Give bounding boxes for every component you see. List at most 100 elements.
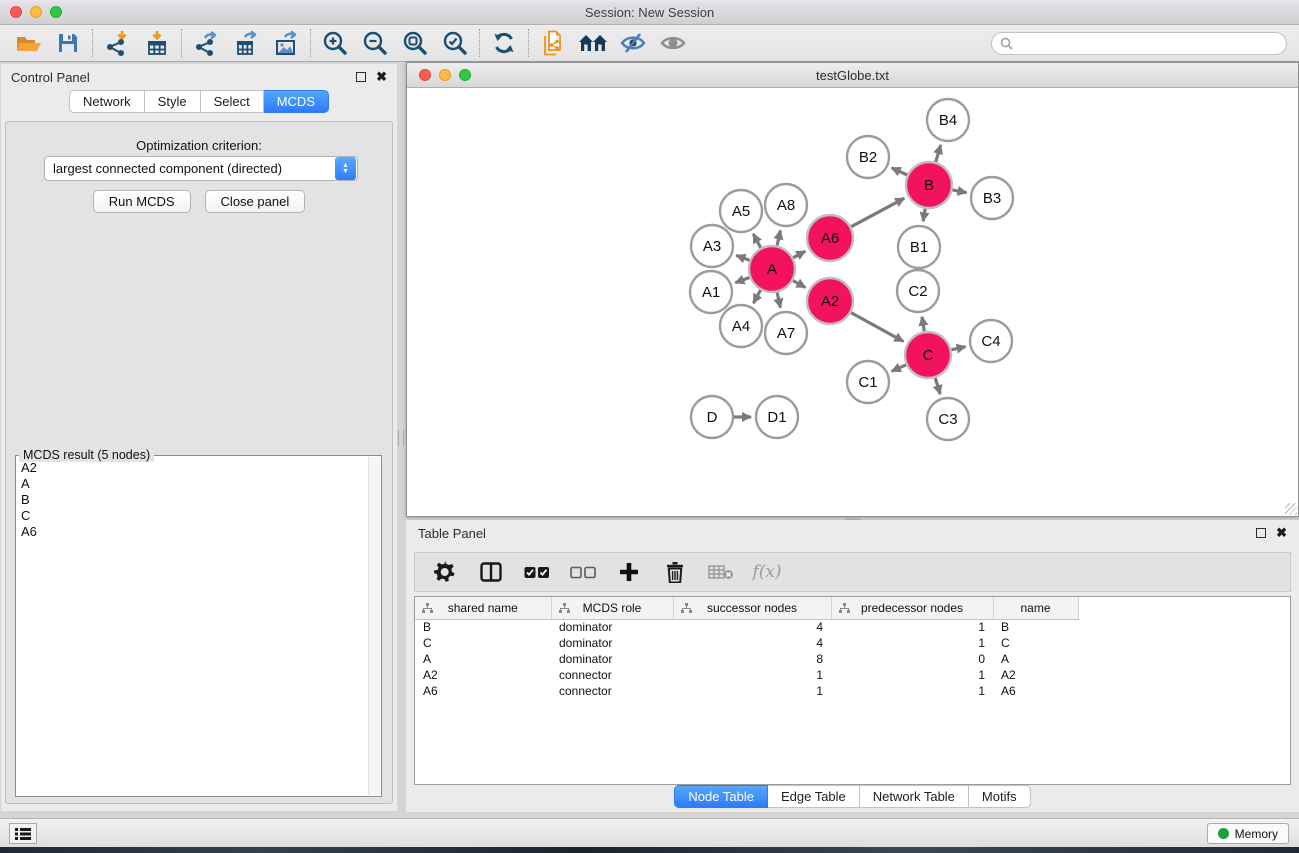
table-cell[interactable]: connector bbox=[551, 683, 673, 699]
table-cell[interactable]: C bbox=[415, 635, 551, 651]
delete-table-icon[interactable] bbox=[705, 557, 737, 587]
table-cell[interactable]: 4 bbox=[673, 619, 831, 635]
add-column-icon[interactable] bbox=[613, 557, 645, 587]
tab-motifs[interactable]: Motifs bbox=[969, 785, 1031, 808]
minimize-network-window-button[interactable] bbox=[439, 69, 451, 81]
graph-edge-C-C4[interactable] bbox=[951, 347, 965, 350]
table-row[interactable]: Bdominator41B bbox=[415, 619, 1078, 635]
first-neighbors-home-icon[interactable] bbox=[573, 27, 613, 59]
delete-column-icon[interactable] bbox=[659, 557, 691, 587]
graph-edge-A6-B[interactable] bbox=[851, 198, 904, 227]
zoom-network-window-button[interactable] bbox=[459, 69, 471, 81]
export-image-icon[interactable] bbox=[266, 27, 306, 59]
graph-edge-C-C2[interactable] bbox=[922, 317, 924, 332]
memory-button[interactable]: Memory bbox=[1207, 823, 1289, 844]
show-all-eye-icon[interactable] bbox=[653, 27, 693, 59]
table-cell[interactable]: 1 bbox=[831, 667, 993, 683]
graph-node-B3[interactable]: B3 bbox=[971, 177, 1013, 219]
table-cell[interactable]: 1 bbox=[831, 635, 993, 651]
zoom-out-icon[interactable] bbox=[355, 27, 395, 59]
graph-edge-C-C1[interactable] bbox=[892, 365, 906, 372]
mcds-result-item[interactable]: B bbox=[21, 492, 368, 508]
hide-selected-eye-icon[interactable] bbox=[613, 27, 653, 59]
graph-node-A2[interactable]: A2 bbox=[807, 278, 853, 324]
column-header-predecessor-nodes[interactable]: predecessor nodes bbox=[831, 597, 993, 619]
table-cell[interactable]: dominator bbox=[551, 651, 673, 667]
graph-node-A1[interactable]: A1 bbox=[690, 271, 732, 313]
graph-node-C[interactable]: C bbox=[905, 332, 951, 378]
graph-node-C4[interactable]: C4 bbox=[970, 320, 1012, 362]
refresh-icon[interactable] bbox=[484, 27, 524, 59]
table-cell[interactable]: 1 bbox=[673, 667, 831, 683]
graph-node-B2[interactable]: B2 bbox=[847, 136, 889, 178]
mcds-result-list[interactable]: A2ABCA6 bbox=[17, 458, 368, 795]
graph-edge-A-A6[interactable] bbox=[793, 251, 805, 258]
window-resize-grip[interactable] bbox=[1285, 503, 1297, 515]
open-session-icon[interactable] bbox=[8, 27, 48, 59]
zoom-selected-icon[interactable] bbox=[435, 27, 475, 59]
table-cell[interactable]: A6 bbox=[415, 683, 551, 699]
select-all-icon[interactable] bbox=[521, 557, 553, 587]
graph-node-A8[interactable]: A8 bbox=[765, 184, 807, 226]
zoom-window-button[interactable] bbox=[50, 6, 62, 18]
export-table-icon[interactable] bbox=[226, 27, 266, 59]
table-cell[interactable]: dominator bbox=[551, 619, 673, 635]
graph-edge-B-B1[interactable] bbox=[923, 209, 925, 222]
float-panel-icon[interactable] bbox=[1256, 528, 1266, 538]
graph-edge-A-A5[interactable] bbox=[753, 234, 760, 248]
mcds-result-item[interactable]: A2 bbox=[21, 460, 368, 476]
table-cell[interactable]: 1 bbox=[673, 683, 831, 699]
close-network-window-button[interactable] bbox=[419, 69, 431, 81]
table-row[interactable]: A6connector11A6 bbox=[415, 683, 1078, 699]
table-cell[interactable]: 1 bbox=[831, 619, 993, 635]
graph-edge-A-A7[interactable] bbox=[777, 292, 780, 307]
split-divider-grip[interactable] bbox=[398, 430, 404, 446]
table-cell[interactable]: A2 bbox=[993, 667, 1078, 683]
deselect-all-icon[interactable] bbox=[567, 557, 599, 587]
graph-edge-A-A4[interactable] bbox=[753, 290, 760, 303]
minimize-window-button[interactable] bbox=[30, 6, 42, 18]
table-cell[interactable]: dominator bbox=[551, 635, 673, 651]
save-session-icon[interactable] bbox=[48, 27, 88, 59]
table-cell[interactable]: A bbox=[993, 651, 1078, 667]
graph-node-A6[interactable]: A6 bbox=[807, 215, 853, 261]
graph-node-D1[interactable]: D1 bbox=[756, 396, 798, 438]
run-mcds-button[interactable]: Run MCDS bbox=[93, 190, 191, 213]
column-header-successor-nodes[interactable]: successor nodes bbox=[673, 597, 831, 619]
export-network-icon[interactable] bbox=[186, 27, 226, 59]
graph-edge-B-B3[interactable] bbox=[953, 190, 967, 193]
graph-edge-A-A2[interactable] bbox=[793, 281, 806, 288]
graph-node-A[interactable]: A bbox=[749, 246, 795, 292]
float-panel-icon[interactable] bbox=[356, 72, 366, 82]
column-header-shared-name[interactable]: shared name bbox=[415, 597, 551, 619]
table-cell[interactable]: 0 bbox=[831, 651, 993, 667]
settings-gear-icon[interactable] bbox=[429, 557, 461, 587]
network-canvas[interactable]: B4B2BB3A8A5A6A3B1AA1C2A2A4A7C4CC1C3DD1 bbox=[407, 88, 1298, 516]
table-cell[interactable]: A2 bbox=[415, 667, 551, 683]
graph-node-C3[interactable]: C3 bbox=[927, 398, 969, 440]
graph-node-A3[interactable]: A3 bbox=[691, 225, 733, 267]
import-network-icon[interactable] bbox=[97, 27, 137, 59]
graph-node-A5[interactable]: A5 bbox=[720, 190, 762, 232]
table-row[interactable]: Adominator80A bbox=[415, 651, 1078, 667]
column-header-mcds-role[interactable]: MCDS role bbox=[551, 597, 673, 619]
graph-node-C1[interactable]: C1 bbox=[847, 361, 889, 403]
show-column-icon[interactable] bbox=[475, 557, 507, 587]
graph-edge-B-B4[interactable] bbox=[936, 145, 941, 162]
table-row[interactable]: Cdominator41C bbox=[415, 635, 1078, 651]
import-table-icon[interactable] bbox=[137, 27, 177, 59]
graph-edge-A-A1[interactable] bbox=[735, 278, 749, 283]
table-cell[interactable]: 8 bbox=[673, 651, 831, 667]
tab-node-table[interactable]: Node Table bbox=[674, 785, 768, 808]
tab-select[interactable]: Select bbox=[201, 90, 264, 113]
mcds-result-item[interactable]: A6 bbox=[21, 524, 368, 540]
tab-style[interactable]: Style bbox=[145, 90, 201, 113]
graph-node-A4[interactable]: A4 bbox=[720, 305, 762, 347]
table-cell[interactable]: B bbox=[993, 619, 1078, 635]
close-panel-icon[interactable]: ✖ bbox=[376, 72, 387, 82]
close-panel-icon[interactable]: ✖ bbox=[1276, 528, 1287, 538]
criterion-dropdown[interactable]: largest connected component (directed) ▲… bbox=[44, 156, 358, 181]
table-cell[interactable]: 1 bbox=[831, 683, 993, 699]
task-history-button[interactable] bbox=[9, 823, 37, 844]
graph-edge-A-A8[interactable] bbox=[777, 230, 780, 245]
